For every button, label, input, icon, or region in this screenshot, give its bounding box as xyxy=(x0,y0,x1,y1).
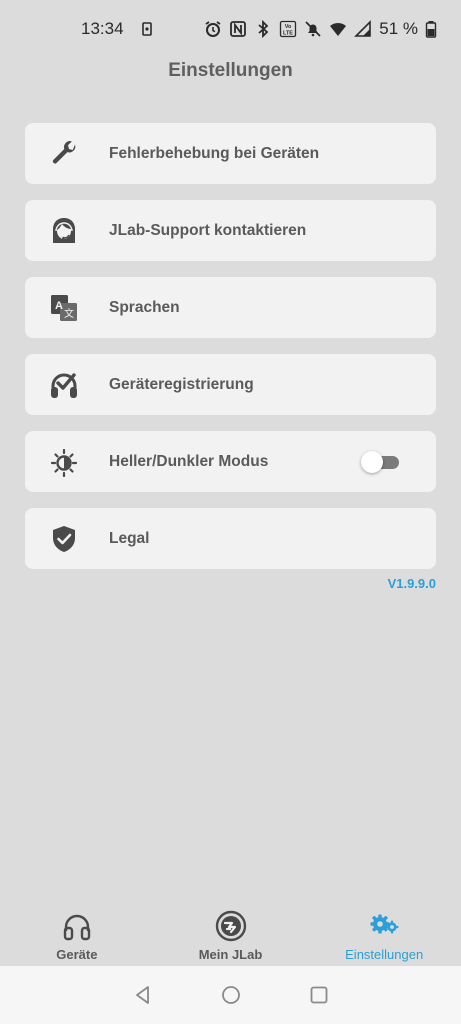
dark-mode-toggle[interactable] xyxy=(361,450,399,473)
menu-item-label: Legal xyxy=(109,529,150,547)
gears-icon xyxy=(368,910,400,942)
headphones-check-icon xyxy=(47,368,81,402)
nav-settings[interactable]: Einstellungen xyxy=(307,898,461,966)
clock: 13:34 xyxy=(81,19,124,38)
page-title: Einstellungen xyxy=(168,60,293,81)
nav-devices[interactable]: Geräte xyxy=(0,898,154,966)
bluetooth-icon xyxy=(254,20,272,38)
toggle-knob xyxy=(361,451,383,473)
shield-check-icon xyxy=(47,522,81,556)
system-nav-bar xyxy=(0,966,461,1024)
nav-label: Geräte xyxy=(56,947,98,962)
wifi-icon xyxy=(329,20,347,38)
recents-icon[interactable] xyxy=(308,984,330,1006)
svg-text:A: A xyxy=(55,300,63,312)
menu-item-dark-mode[interactable]: Heller/Dunkler Modus xyxy=(25,431,436,492)
menu-item-label: Heller/Dunkler Modus xyxy=(109,452,269,470)
headphones-icon xyxy=(61,910,93,942)
volte-icon: Vo LTE xyxy=(279,20,297,38)
app-version: V1.9.9.0 xyxy=(387,576,436,591)
wrench-icon xyxy=(47,137,81,171)
nav-label: Mein JLab xyxy=(198,947,263,962)
signal-icon xyxy=(354,20,372,38)
svg-text:文: 文 xyxy=(64,307,74,320)
nav-my-jlab[interactable]: Mein JLab xyxy=(154,898,308,966)
status-bar: 13:34 Vo LTE 51 % xyxy=(0,0,461,58)
battery-icon xyxy=(425,20,437,38)
screen-record-icon xyxy=(138,20,156,38)
svg-text:LTE: LTE xyxy=(283,31,293,37)
support-agent-icon xyxy=(47,214,81,248)
menu-item-legal[interactable]: Legal xyxy=(25,508,436,569)
jlab-logo-icon xyxy=(215,910,247,942)
menu-item-label: Geräteregistrierung xyxy=(109,375,254,393)
settings-screen: 13:34 Vo LTE 51 % Einstellungen Fehlerbe… xyxy=(0,0,461,1024)
settings-menu: Fehlerbehebung bei Geräten JLab-Support … xyxy=(25,123,436,585)
battery-percentage: 51 % xyxy=(379,19,418,38)
nav-label: Einstellungen xyxy=(345,947,424,962)
home-icon[interactable] xyxy=(220,984,242,1006)
translate-icon: A文 xyxy=(47,291,81,325)
menu-item-label: Sprachen xyxy=(109,298,180,316)
bottom-nav: Geräte Mein JLab Einstellungen xyxy=(0,898,461,966)
menu-item-support[interactable]: JLab-Support kontaktieren xyxy=(25,200,436,261)
nfc-icon xyxy=(229,20,247,38)
menu-item-languages[interactable]: A文 Sprachen xyxy=(25,277,436,338)
menu-item-troubleshooting[interactable]: Fehlerbehebung bei Geräten xyxy=(25,123,436,184)
back-icon[interactable] xyxy=(132,984,154,1006)
menu-item-label: Fehlerbehebung bei Geräten xyxy=(109,144,320,162)
brightness-icon xyxy=(47,445,81,479)
alarm-icon xyxy=(204,20,222,38)
svg-text:Vo: Vo xyxy=(285,24,292,30)
menu-item-label: JLab-Support kontaktieren xyxy=(109,221,307,239)
mute-icon xyxy=(304,20,322,38)
menu-item-registration[interactable]: Geräteregistrierung xyxy=(25,354,436,415)
